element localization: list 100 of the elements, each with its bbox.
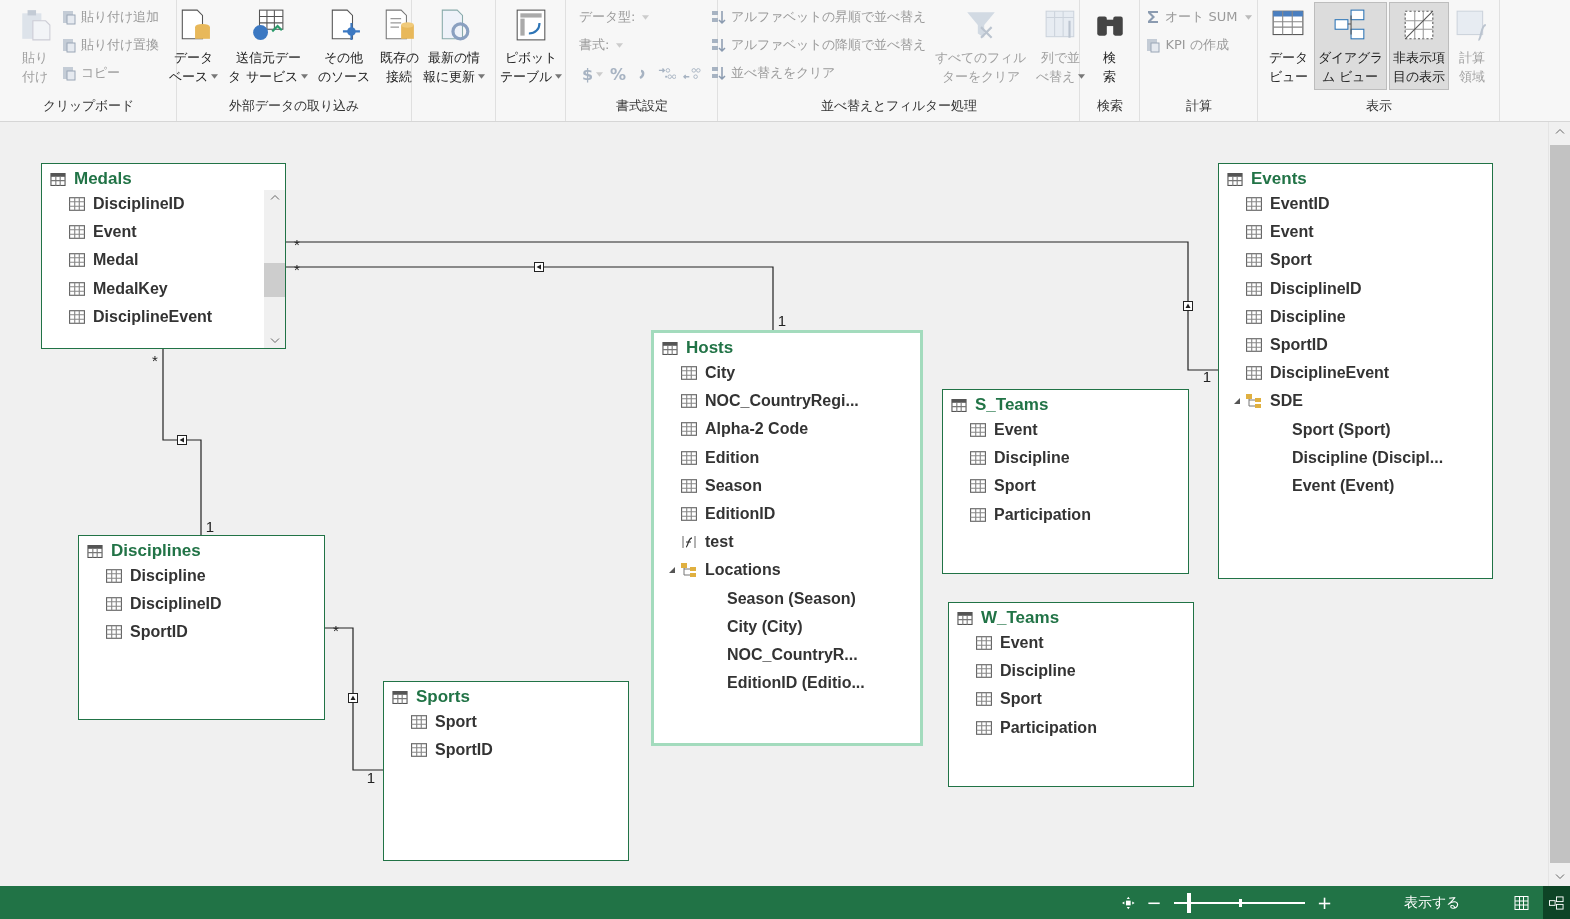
column-icon <box>1246 338 1262 353</box>
column-icon <box>69 197 85 212</box>
table-node[interactable]: S_Teams Event Discipline Sport Participation <box>942 389 1189 574</box>
table-node[interactable]: Sports Sport SportID <box>383 681 629 861</box>
diagram-icon <box>1549 895 1564 910</box>
zoom-slider-thumb[interactable] <box>1187 892 1192 913</box>
scroll-down-icon[interactable] <box>1554 873 1565 880</box>
diagram-icon <box>1333 8 1367 42</box>
table-node[interactable]: Disciplines Discipline DisciplineID SportID <box>78 535 325 720</box>
column-icon <box>970 451 986 466</box>
column-icon <box>681 450 697 465</box>
globe-table-icon <box>251 8 285 42</box>
field-name: SDE <box>1270 392 1303 411</box>
column-icon <box>69 309 85 324</box>
zoom-out-button[interactable]: − <box>1142 892 1166 913</box>
column-icon <box>106 569 122 584</box>
decrease-decimal-icon[interactable] <box>683 66 702 82</box>
scrollbar-thumb[interactable] <box>264 263 285 297</box>
hierarchy-level: Season (Season) <box>727 589 856 608</box>
field-name: NOC_CountryRegi... <box>705 392 859 411</box>
clipboard-icon <box>61 9 77 25</box>
increase-decimal-icon[interactable] <box>658 66 677 82</box>
ribbon-button[interactable]: その他 のソース <box>313 2 374 90</box>
expanded-triangle-icon[interactable] <box>668 566 676 575</box>
cardinality-label: * <box>294 261 300 278</box>
column-icon <box>1246 225 1262 240</box>
column-icon <box>69 281 85 296</box>
table-icon <box>87 544 103 558</box>
field-name: Discipline <box>1000 662 1076 681</box>
ribbon-button[interactable]: 非表示項 目の表示 <box>1388 2 1449 90</box>
table-icon <box>1227 172 1243 186</box>
hierarchy-level: City (City) <box>727 617 803 636</box>
fit-to-window-icon[interactable] <box>1122 895 1135 910</box>
hierarchy-level: Event (Event) <box>1292 476 1395 495</box>
field-name: Event <box>994 421 1038 440</box>
scroll-up-icon[interactable] <box>269 194 280 201</box>
clipboard-icon <box>61 37 77 53</box>
diagram-view-button[interactable] <box>1543 886 1570 919</box>
table-title: W_Teams <box>981 608 1060 628</box>
field-name: City <box>705 364 736 383</box>
column-icon <box>69 225 85 240</box>
table-node[interactable]: Hosts City NOC_CountryRegi... Alpha-2 Code Edition Season EditionID test Locations Season (Season) City (City) NOC_CountryR... EditionID (Editio... <box>651 330 923 746</box>
field-name: Locations <box>705 561 781 580</box>
ribbon-button[interactable]: データ ビュー <box>1264 2 1312 90</box>
field-name: Participation <box>1000 718 1097 737</box>
scrollbar[interactable] <box>264 190 285 348</box>
field-name: DisciplineID <box>1270 279 1362 298</box>
clipboard-icon <box>1145 37 1162 53</box>
formula-icon <box>681 535 697 550</box>
column-icon <box>976 720 992 735</box>
relationship-line[interactable] <box>162 348 202 536</box>
hierarchy-level: EditionID (Editio... <box>727 674 865 693</box>
relationship-line[interactable] <box>285 262 774 331</box>
table-icon <box>951 398 967 412</box>
ribbon-group-label: 計算 <box>1184 97 1213 115</box>
ribbon-button[interactable]: データ ベース <box>165 2 223 90</box>
cardinality-label: 1 <box>366 769 376 786</box>
column-icon <box>1246 309 1262 324</box>
ribbon-button[interactable]: 送信元デー タ サービス <box>224 2 312 90</box>
hierarchy-level: Sport (Sport) <box>1292 420 1391 439</box>
zoom-slider[interactable] <box>1173 892 1305 913</box>
column-icon <box>681 366 697 381</box>
hierarchy-icon <box>1246 394 1262 409</box>
ribbon-group-label: 並べ替えとフィルター処理 <box>819 97 978 115</box>
field-name: Edition <box>705 448 760 467</box>
field-name: DisciplineEvent <box>93 307 213 326</box>
table-icon <box>392 690 408 704</box>
field-name: SportID <box>1270 336 1328 355</box>
scroll-up-icon[interactable] <box>1554 128 1565 135</box>
scroll-down-icon[interactable] <box>269 337 280 344</box>
table-node[interactable]: Events EventID Event Sport DisciplineID Discipline SportID DisciplineEvent SDE Sport (Sport) Discipline (Discipl... Event (Event) <box>1218 163 1493 579</box>
field-name: Sport <box>435 713 477 732</box>
field-name: Sport <box>994 477 1036 496</box>
column-icon <box>106 625 122 640</box>
field-name: DisciplineID <box>93 195 185 214</box>
ribbon-button[interactable]: 検 索 <box>1088 2 1131 90</box>
cardinality-label: 1 <box>1202 368 1212 385</box>
status-text: 表示する <box>1404 893 1461 912</box>
field-name: Season <box>705 476 762 495</box>
expanded-triangle-icon[interactable] <box>1233 397 1241 406</box>
column-icon <box>681 394 697 409</box>
ribbon-button[interactable]: ピボット テーブル <box>495 2 566 90</box>
zoom-in-button[interactable]: + <box>1312 892 1337 913</box>
column-icon <box>976 636 992 651</box>
field-name: Event <box>1270 223 1314 242</box>
ribbon-button[interactable]: ダイアグラ ム ビュー <box>1313 2 1387 90</box>
field-name: DisciplineEvent <box>1270 364 1390 383</box>
table-node[interactable]: W_Teams Event Discipline Sport Participation <box>948 602 1194 787</box>
sort-icon <box>711 9 727 25</box>
table-node[interactable]: Medals DisciplineID Event Medal MedalKey DisciplineEvent <box>41 163 286 349</box>
ribbon-group-label: 検索 <box>1095 97 1124 115</box>
field-name: SportID <box>435 741 493 760</box>
field-name: test <box>705 533 734 552</box>
table-title: Disciplines <box>111 541 201 561</box>
relationship-line[interactable] <box>324 627 384 771</box>
field-name: Discipline <box>994 449 1070 468</box>
clipboard-icon <box>61 65 77 81</box>
hierarchy-level: Discipline (Discipl... <box>1292 448 1444 467</box>
ribbon-group-label: 表示 <box>1364 97 1393 115</box>
column-icon <box>411 715 427 730</box>
